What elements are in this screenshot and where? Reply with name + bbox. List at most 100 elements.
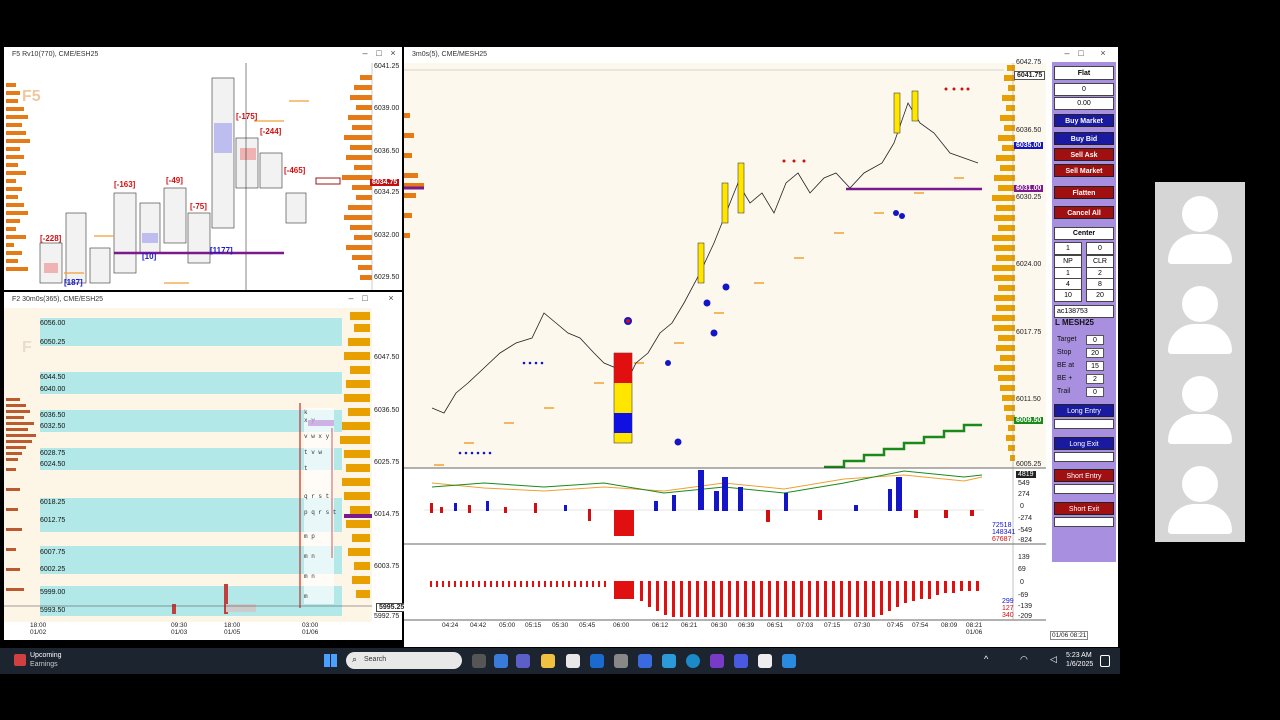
sell-market-button[interactable]: Sell Market	[1054, 164, 1114, 177]
minimize-icon[interactable]: –	[358, 48, 372, 58]
time-tick: 07:45	[887, 622, 904, 629]
edge-icon[interactable]	[686, 654, 700, 668]
app-icon[interactable]	[734, 654, 748, 668]
close-icon[interactable]: ×	[1096, 48, 1110, 58]
target-input[interactable]: 0	[1086, 335, 1104, 345]
maximize-icon[interactable]: □	[1074, 48, 1088, 58]
osc-tick: 0	[1020, 579, 1024, 586]
short-entry-select[interactable]	[1054, 484, 1114, 494]
tag-green: 6009.50	[1014, 417, 1044, 424]
time-tick: 08:21	[966, 622, 983, 629]
search-icon: ⌕	[352, 654, 358, 664]
svg-text:t v w: t v w	[304, 449, 322, 456]
osc-tick: -209	[1018, 613, 1033, 620]
short-exit-button[interactable]: Short Exit	[1054, 502, 1114, 515]
main-price-chart[interactable]	[404, 63, 1046, 638]
search-box[interactable]: ⌕ Search	[346, 652, 462, 669]
f2-chart-window[interactable]: F2 30m0s(365), CME/ESH25 – □ × 6056.00 6…	[4, 292, 408, 640]
short-exit-select[interactable]	[1054, 517, 1114, 527]
volume-icon[interactable]: ◁	[1050, 654, 1057, 665]
target-label: Target	[1057, 336, 1077, 343]
quantity-input[interactable]: 1	[1054, 242, 1082, 255]
qty-preset-button[interactable]: 10	[1054, 289, 1082, 302]
osc-tick: 274	[1018, 491, 1030, 498]
svg-text:m p: m p	[304, 533, 315, 540]
minimize-icon[interactable]: –	[344, 293, 358, 303]
mail-icon[interactable]	[590, 654, 604, 668]
price-tick: 6036.50	[374, 407, 400, 414]
date-tick: 01/06	[966, 629, 983, 636]
delta-label: [-163]	[114, 180, 136, 189]
svg-text:v w x y: v w x y	[304, 433, 330, 440]
close-icon[interactable]: ×	[386, 48, 400, 58]
time-tick: 05:45	[579, 622, 596, 629]
app-icon[interactable]	[758, 654, 772, 668]
time-tick: 06:30	[711, 622, 728, 629]
clock-time[interactable]: 5:23 AM	[1066, 652, 1092, 659]
pnl-value: 0.00	[1054, 97, 1114, 110]
time-tick: 18:00	[30, 622, 47, 629]
long-exit-select[interactable]	[1054, 452, 1114, 462]
qty-preset-button[interactable]: 20	[1086, 289, 1114, 302]
flatten-button[interactable]: Flatten	[1054, 186, 1114, 199]
f5-chart-canvas[interactable]: [-228] [-163] [-49] [-75] [-175] [-244] …	[4, 63, 402, 290]
time-tick: 08:09	[941, 622, 958, 629]
windows-taskbar: Upcoming Earnings ⌕ Search ^ ◠ ◁ 5:23 AM…	[0, 648, 1120, 674]
sell-ask-button[interactable]: Sell Ask	[1054, 148, 1114, 161]
weather-icon[interactable]	[14, 654, 26, 666]
delta-label: [-175]	[236, 112, 258, 121]
osc-value: 148341	[992, 529, 1016, 536]
visual-studio-icon[interactable]	[710, 654, 724, 668]
long-entry-select[interactable]	[1054, 419, 1114, 429]
buy-market-button[interactable]: Buy Market	[1054, 114, 1114, 127]
f2-title-bar[interactable]: F2 30m0s(365), CME/ESH25 – □ ×	[4, 292, 402, 308]
date-tick: 01/03	[171, 629, 188, 636]
participant-avatar	[1155, 362, 1245, 452]
long-exit-button[interactable]: Long Exit	[1054, 437, 1114, 450]
buy-bid-button[interactable]: Buy Bid	[1054, 132, 1114, 145]
file-explorer-icon[interactable]	[541, 654, 555, 668]
wifi-icon[interactable]: ◠	[1020, 654, 1028, 665]
minimize-icon[interactable]: –	[1060, 48, 1074, 58]
trail-input[interactable]: 0	[1086, 387, 1104, 397]
long-entry-button[interactable]: Long Entry	[1054, 404, 1114, 417]
app-icon[interactable]	[638, 654, 652, 668]
short-entry-button[interactable]: Short Entry	[1054, 469, 1114, 482]
maximize-icon[interactable]: □	[358, 293, 372, 303]
stop-input[interactable]: 20	[1086, 348, 1104, 358]
app-icon[interactable]	[782, 654, 796, 668]
weather-subtitle: Earnings	[30, 661, 58, 668]
be-plus-input[interactable]: 2	[1086, 374, 1104, 384]
store-icon[interactable]	[566, 654, 580, 668]
f2-current-price-tag: 5995.25	[376, 603, 408, 612]
time-tick: 05:30	[552, 622, 569, 629]
main-title-bar[interactable]: 3m0s(5), CME/MESH25 – □ ×	[404, 47, 1118, 63]
f2-chart-canvas[interactable]: 6056.00 6050.25 6044.50 6040.00 6036.50 …	[4, 308, 372, 622]
start-icon[interactable]	[324, 654, 337, 667]
f2-window-title: F2 30m0s(365), CME/ESH25	[12, 296, 104, 303]
clock-date[interactable]: 1/6/2025	[1066, 661, 1093, 668]
copilot-icon[interactable]	[494, 654, 508, 668]
settings-icon[interactable]	[614, 654, 628, 668]
task-view-icon[interactable]	[472, 654, 486, 668]
weather-title[interactable]: Upcoming	[30, 652, 62, 659]
f5-title-bar[interactable]: F5 Rv10(770), CME/ESH25 – □ ×	[4, 47, 402, 63]
quantity-secondary[interactable]: 0	[1086, 242, 1114, 255]
f5-chart-window[interactable]: F5 Rv10(770), CME/ESH25 – □ × [-228] [-1…	[4, 47, 402, 290]
delta-label: [187]	[64, 278, 83, 287]
oscillator2-histogram	[430, 581, 979, 617]
be-at-input[interactable]: 15	[1086, 361, 1104, 371]
tray-chevron-icon[interactable]: ^	[984, 654, 988, 664]
photos-icon[interactable]	[662, 654, 676, 668]
cancel-all-button[interactable]: Cancel All	[1054, 206, 1114, 219]
maximize-icon[interactable]: □	[372, 48, 386, 58]
delta-label: [10]	[142, 252, 157, 261]
notification-icon[interactable]	[1100, 655, 1110, 667]
teams-icon[interactable]	[516, 654, 530, 668]
main-chart-window[interactable]: 3m0s(5), CME/MESH25 – □ × 6042.75 6036.5…	[404, 47, 1118, 647]
account-select[interactable]: ac138753	[1054, 305, 1114, 318]
close-icon[interactable]: ×	[384, 293, 398, 303]
price-tick: 6032.00	[374, 232, 400, 239]
center-button[interactable]: Center	[1054, 227, 1114, 240]
delta-label: [-75]	[190, 202, 207, 211]
